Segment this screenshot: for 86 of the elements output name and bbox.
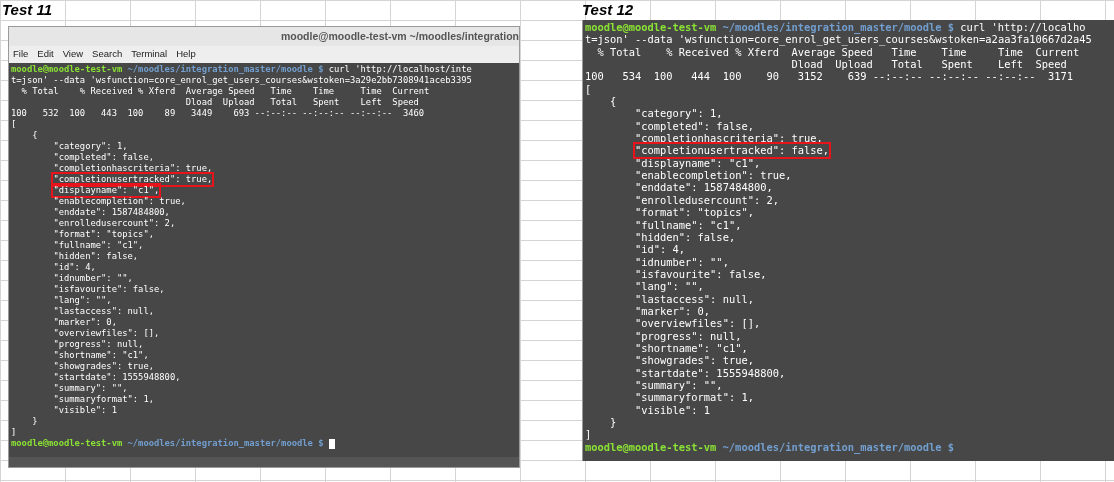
menu-item[interactable]: Help: [176, 47, 196, 62]
terminal-line: "isfavourite": false,: [635, 267, 767, 281]
terminal-line: "marker": 0,: [635, 304, 711, 318]
terminal-line: "completionusertracked": true,: [53, 174, 213, 185]
terminal-line: "enablecompletion": true,: [635, 169, 792, 182]
prompt-path: ~/moodles/integration_master/moodle $: [127, 438, 324, 449]
command-text: curl 'http://localhost/inte: [328, 64, 472, 75]
terminal-line: [: [11, 119, 17, 130]
terminal-line: ]: [585, 428, 592, 441]
prompt-user: moodle@moodle-test-vm: [585, 21, 717, 34]
terminal-line: {: [32, 130, 38, 141]
terminal-line: "enrolledusercount": 2,: [53, 218, 176, 229]
terminal-line: "category": 1,: [53, 141, 128, 152]
prompt-path: ~/moodles/integration_master/moodle $: [127, 64, 324, 75]
command-text: curl 'http://localho: [960, 21, 1086, 34]
prompt-path: ~/moodles/integration_master/moodle $: [722, 440, 955, 454]
terminal-line: "summaryformat": 1,: [53, 394, 154, 405]
test-label: Test 12: [582, 0, 634, 20]
terminal-line: "summaryformat": 1,: [635, 391, 754, 404]
terminal-line: "idnumber": "",: [53, 273, 133, 284]
terminal-line: "format": "topics",: [53, 229, 154, 240]
terminal-line: "shortname": "c1",: [53, 350, 149, 361]
terminal-line: }: [610, 416, 617, 429]
terminal-line: "fullname": "c1",: [53, 240, 144, 251]
terminal-line: "enddate": 1587484800,: [53, 207, 170, 218]
window-title: moodle@moodle-test-vm ~/moodles/integration: [280, 28, 519, 44]
terminal-line: }: [32, 416, 38, 427]
terminal-line: "enddate": 1587484800,: [635, 181, 773, 194]
prompt-user: moodle@moodle-test-vm: [585, 440, 717, 454]
terminal-line: 100 532 100 443 100 89 3449 693 --:--:-- --:--:-- --:--:-- 3460: [11, 108, 425, 119]
terminal-line: [: [585, 82, 592, 96]
menu-item[interactable]: View: [62, 47, 84, 62]
terminal-line: "completionusertracked": false,: [635, 144, 829, 157]
terminal-line: "displayname": "c1",: [53, 185, 160, 196]
terminal-line: "hidden": false,: [635, 230, 736, 244]
terminal-line: "completed": false,: [635, 119, 754, 133]
terminal-line: "isfavourite": false,: [53, 284, 165, 295]
terminal-line: "progress": null,: [53, 339, 144, 350]
terminal-line: "showgrades": true,: [53, 361, 154, 372]
terminal-line: Dload Upload Total Spent Left Speed: [185, 97, 419, 108]
terminal-line: "shortname": "c1",: [635, 341, 748, 355]
text-cursor: [328, 438, 335, 449]
terminal-line: "summary": "",: [635, 378, 723, 392]
terminal-line: {: [610, 95, 617, 108]
terminal-line: ]: [11, 427, 17, 438]
menu-item[interactable]: Terminal: [131, 47, 168, 62]
terminal-line: "completionhascriteria": true,: [53, 163, 213, 174]
terminal-line: "marker": 0,: [53, 317, 117, 328]
prompt-user: moodle@moodle-test-vm: [11, 438, 123, 449]
terminal-line: "enablecompletion": true,: [53, 196, 186, 207]
terminal-line: "fullname": "c1",: [635, 218, 742, 231]
terminal-line: "hidden": false,: [53, 251, 139, 262]
terminal-line: % Total % Received % Xferd Average Speed Time Time Time Current: [597, 45, 1080, 59]
terminal-line: "visible": 1: [635, 403, 711, 416]
test-label: Test 11: [2, 0, 53, 20]
terminal-line: t=json' --data 'wsfunction=core_enrol_get_users_courses&wstoken=3a29e2bb7308941aceb3395: [11, 75, 472, 86]
terminal-line: "visible": 1: [53, 405, 117, 416]
terminal-line: "displayname": "c1",: [635, 156, 761, 170]
menu-item[interactable]: Edit: [37, 47, 54, 62]
terminal-line: "lastaccess": null,: [53, 306, 154, 317]
terminal-line: "format": "topics",: [635, 206, 754, 219]
terminal-line: % Total % Received % Xferd Average Speed Time Time Time Current: [21, 86, 430, 97]
terminal-line: t=json' --data 'wsfunction=core_enrol_get_users_courses&wstoken=a2aa3fa10667d2a45: [585, 33, 1092, 46]
terminal-line: 100 534 100 444 100 90 3152 639 --:--:-- --:--:-- --:--:-- 3171: [585, 70, 1073, 83]
terminal-line: "summary": "",: [53, 383, 128, 394]
menu-item[interactable]: File: [13, 47, 29, 62]
terminal-line: "startdate": 1555948800,: [635, 366, 786, 379]
menu-item[interactable]: Search: [92, 47, 123, 62]
terminal-line: "idnumber": "",: [635, 255, 729, 268]
prompt-path: ~/moodles/integration_master/moodle $: [722, 21, 955, 34]
terminal-line: "lang": "",: [53, 295, 112, 306]
terminal-line: "category": 1,: [635, 107, 723, 120]
terminal-line: "completed": false,: [53, 152, 154, 163]
terminal-line: "enrolledusercount": 2,: [635, 193, 779, 207]
terminal-line: "id": 4,: [53, 262, 96, 273]
terminal-line: "startdate": 1555948800,: [53, 372, 181, 383]
terminal-line: "completionhascriteria": true,: [635, 132, 823, 145]
prompt-user: moodle@moodle-test-vm: [11, 64, 123, 75]
terminal-line: "showgrades": true,: [635, 354, 754, 367]
terminal-line: Dload Upload Total Spent Left Speed: [791, 58, 1067, 71]
terminal-line: "lang": "",: [635, 280, 704, 293]
terminal-line: "id": 4,: [635, 243, 686, 256]
terminal-line: "progress": null,: [635, 329, 742, 342]
terminal-line: "lastaccess": null,: [635, 292, 754, 305]
terminal-line: "overviewfiles": [],: [53, 328, 160, 339]
terminal-line: "overviewfiles": [],: [635, 317, 761, 330]
